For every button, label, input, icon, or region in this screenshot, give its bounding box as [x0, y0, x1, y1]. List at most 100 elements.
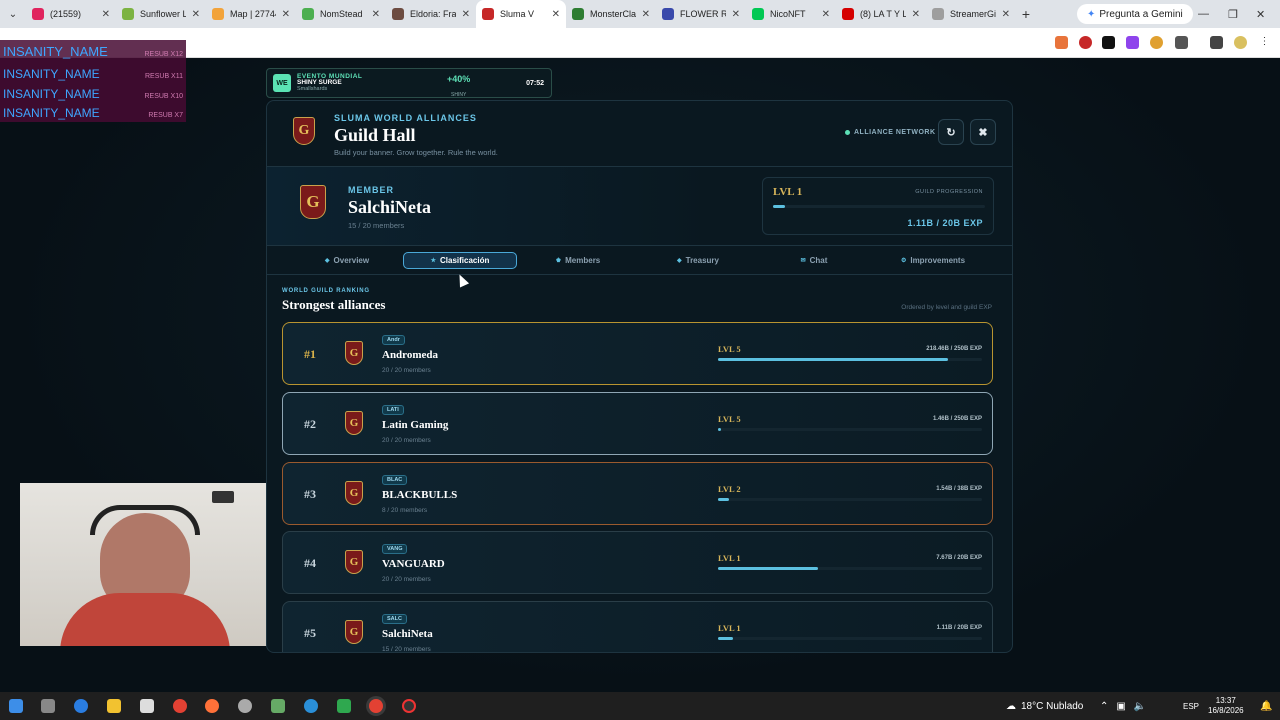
file-explorer-icon[interactable]: [107, 699, 121, 713]
tab-close-icon[interactable]: ✕: [1002, 9, 1010, 20]
windows-taskbar: ☁ 18°C Nublado ⌃ ▣ 🔈 ESP 13:37 16/8/2026…: [0, 692, 1280, 720]
tab-icon: ⚙: [900, 258, 907, 264]
mail-icon[interactable]: [140, 699, 154, 713]
tab-title: NicoNFT: [770, 9, 806, 19]
tab-clasificacin[interactable]: ★ Clasificación: [403, 252, 517, 269]
progression-bar-fill: [773, 205, 785, 208]
tab-title: Sluma V: [500, 9, 535, 19]
app-icon[interactable]: [304, 699, 318, 713]
browser-menu-icon[interactable]: ⋮: [1258, 36, 1271, 49]
guild-progress-fill: [718, 637, 733, 640]
clock-time: 13:37: [1215, 696, 1236, 705]
browser-tab[interactable]: Sluma V ✕: [476, 0, 566, 28]
guild-progress-fill: [718, 428, 721, 431]
maximize-icon[interactable]: ❐: [1228, 0, 1238, 28]
header-tagline: Build your banner. Grow together. Rule t…: [334, 148, 498, 157]
ranking-title: Strongest alliances: [282, 297, 386, 312]
member-role: MEMBER: [348, 185, 394, 195]
event-banner[interactable]: WE EVENTO MUNDIAL SHINY SURGE Smallshard…: [266, 68, 552, 98]
browser-tab[interactable]: (8) LA T Y L ✕: [836, 0, 926, 28]
tray-icons[interactable]: ⌃ ▣ 🔈: [1100, 692, 1154, 720]
progression-bar: [773, 205, 985, 208]
tab-members[interactable]: ♚ Members: [543, 252, 613, 269]
close-icon: ✖: [978, 126, 988, 139]
app-icon[interactable]: [238, 699, 252, 713]
guild-ranking-row[interactable]: #4 G VANG VANGUARD 20 / 20 members LVL 1 7.67B…: [282, 531, 993, 594]
tab-close-icon[interactable]: ✕: [822, 9, 830, 20]
guild-name: Andromeda: [382, 349, 439, 361]
guild-ranking-row[interactable]: #3 G BLAC BLACKBULLS 8 / 20 members LVL 2 1.54…: [282, 462, 993, 525]
browser-tab[interactable]: Eldoria: Fra ✕: [386, 0, 476, 28]
start-icon[interactable]: [9, 699, 23, 713]
minimize-icon[interactable]: —: [1198, 0, 1209, 28]
event-bonus-label: SHINY: [451, 92, 467, 98]
language-indicator[interactable]: ESP: [1183, 692, 1199, 720]
chrome-active-icon[interactable]: [369, 699, 383, 713]
firefox-icon[interactable]: [205, 699, 219, 713]
app-icon[interactable]: [337, 699, 351, 713]
browser-tab[interactable]: Sunflower L ✕: [116, 0, 206, 28]
guild-rank: #5: [304, 626, 316, 640]
tab-icon: ◆: [324, 258, 330, 264]
guild-ranking-row[interactable]: #2 G LATI Latin Gaming 20 / 20 members LVL 5 1…: [282, 392, 993, 455]
guild-level: LVL 5: [718, 344, 741, 354]
tab-search-icon[interactable]: ⌄: [0, 9, 26, 20]
guild-progress-bar: [718, 567, 982, 570]
browser-tab[interactable]: NomStead ✕: [296, 0, 386, 28]
reading-list-icon[interactable]: [1210, 36, 1223, 49]
guild-exp: 1.54B / 38B EXP: [936, 486, 982, 492]
guild-name: SalchiNeta: [382, 628, 433, 640]
tab-close-icon[interactable]: ✕: [192, 9, 200, 20]
notifications-icon[interactable]: 🔔: [1260, 692, 1272, 720]
copilot-icon[interactable]: [74, 699, 88, 713]
close-window-icon[interactable]: ✕: [1256, 0, 1265, 28]
alliance-network-status: ALLIANCE NETWORK: [845, 129, 936, 136]
extension-icon[interactable]: [1126, 36, 1139, 49]
obs-icon[interactable]: [402, 699, 416, 713]
extension-icon[interactable]: [1079, 36, 1092, 49]
tab-favicon-icon: [842, 8, 854, 20]
tab-close-icon[interactable]: ✕: [732, 9, 740, 20]
refresh-button[interactable]: ↻: [938, 119, 964, 145]
volume-icon: 🔈: [1133, 700, 1147, 712]
guild-ranking-row[interactable]: #5 G SALC SalchiNeta 15 / 20 members LVL 1 1.1…: [282, 601, 993, 652]
profile-avatar[interactable]: [1234, 36, 1247, 49]
weather-widget[interactable]: ☁ 18°C Nublado: [1006, 692, 1083, 720]
tab-treasury[interactable]: ◆ Treasury: [663, 252, 733, 269]
gemini-button[interactable]: ✦ Pregunta a Gemini: [1077, 4, 1193, 24]
tab-improvements[interactable]: ⚙ Improvements: [887, 252, 979, 269]
browser-tab[interactable]: MonsterCla ✕: [566, 0, 656, 28]
tab-overview[interactable]: ◆ Overview: [307, 252, 387, 269]
tab-close-icon[interactable]: ✕: [642, 9, 650, 20]
tab-favicon-icon: [392, 8, 404, 20]
resub-badge: RESUB X7: [148, 112, 183, 119]
tab-chat[interactable]: ✉ Chat: [789, 252, 839, 269]
extension-icon[interactable]: [1150, 36, 1163, 49]
browser-tab[interactable]: NicoNFT ✕: [746, 0, 836, 28]
clock[interactable]: 13:37 16/8/2026: [1208, 696, 1244, 717]
browser-tab[interactable]: (21559) ✕: [26, 0, 116, 28]
tab-close-icon[interactable]: ✕: [462, 9, 470, 20]
browser-tab[interactable]: Map | 27744 ✕: [206, 0, 296, 28]
tab-title: NomStead: [320, 9, 363, 19]
tab-favicon-icon: [752, 8, 764, 20]
tab-title: Map | 27744: [230, 9, 276, 19]
close-button[interactable]: ✖: [970, 119, 996, 145]
browser-tab[interactable]: StreamerGi ✕: [926, 0, 1016, 28]
guild-ranking-row[interactable]: #1 G Andr Andromeda 20 / 20 members LVL 5 218.…: [282, 322, 993, 385]
tab-close-icon[interactable]: ✕: [372, 9, 380, 20]
tab-close-icon[interactable]: ✕: [912, 9, 920, 20]
browser-tab[interactable]: FLOWER Re ✕: [656, 0, 746, 28]
tab-close-icon[interactable]: ✕: [552, 9, 560, 20]
extension-icon[interactable]: [1102, 36, 1115, 49]
task-view-icon[interactable]: [41, 699, 55, 713]
metamask-icon[interactable]: [1055, 36, 1068, 49]
app-icon[interactable]: [271, 699, 285, 713]
extensions-puzzle-icon[interactable]: [1175, 36, 1188, 49]
chrome-icon[interactable]: [173, 699, 187, 713]
tab-close-icon[interactable]: ✕: [282, 9, 290, 20]
tab-label: Members: [565, 256, 601, 265]
tab-close-icon[interactable]: ✕: [102, 9, 110, 20]
tab-icon: ♚: [555, 258, 562, 264]
new-tab-button[interactable]: +: [1016, 6, 1036, 22]
